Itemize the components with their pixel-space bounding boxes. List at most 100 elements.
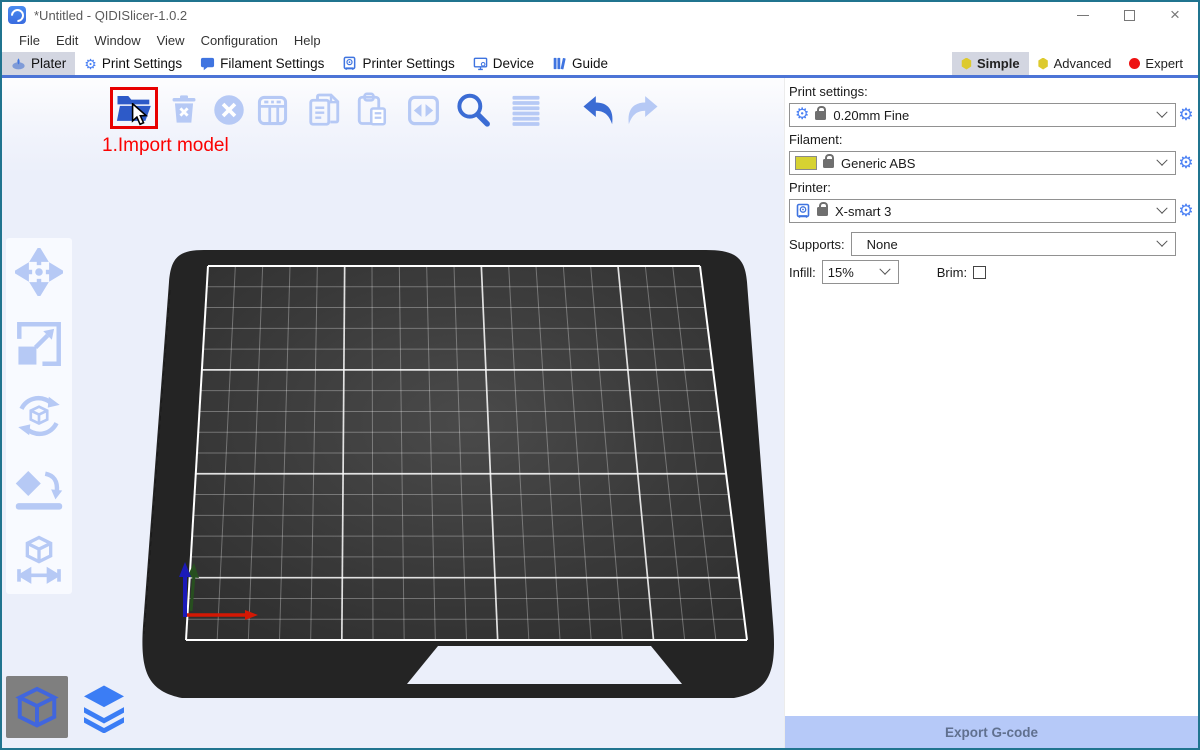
tutorial-annotation: 1.Import model <box>102 135 229 157</box>
tab-device[interactable]: Device <box>464 52 543 75</box>
delete-icon <box>168 93 200 127</box>
printer-value: X-smart 3 <box>835 204 891 219</box>
menu-configuration[interactable]: Configuration <box>193 33 286 48</box>
paste-button[interactable] <box>353 90 391 130</box>
menu-file[interactable]: File <box>11 33 48 48</box>
mode-expert[interactable]: Expert <box>1120 52 1192 75</box>
print-settings-dropdown[interactable]: 0.20mm Fine <box>789 103 1176 127</box>
layer-bars-icon <box>508 92 544 128</box>
place-on-face-tool-button[interactable] <box>13 462 65 514</box>
chevron-down-icon <box>1156 155 1167 166</box>
search-button[interactable] <box>454 90 492 130</box>
brim-checkbox[interactable] <box>973 266 986 279</box>
redo-button[interactable] <box>623 90 661 130</box>
minimize-icon <box>1077 15 1089 16</box>
menu-help[interactable]: Help <box>286 33 329 48</box>
mode-label: Simple <box>977 56 1020 71</box>
cursor-icon <box>131 103 150 126</box>
view-3d-editor-button[interactable] <box>6 676 68 738</box>
menu-edit[interactable]: Edit <box>48 33 86 48</box>
lock-icon <box>823 159 834 168</box>
tab-plater[interactable]: Plater <box>2 52 75 75</box>
chevron-down-icon <box>879 264 890 275</box>
filament-icon <box>200 56 215 71</box>
tab-printer-settings[interactable]: Printer Settings <box>333 52 463 75</box>
split-icon <box>406 93 441 128</box>
app-logo-icon <box>8 6 26 24</box>
variable-layer-height-button[interactable] <box>507 90 545 130</box>
supports-value: None <box>867 237 898 252</box>
rotate-icon <box>14 391 64 441</box>
menu-window[interactable]: Window <box>86 33 148 48</box>
maximize-button[interactable] <box>1106 2 1152 28</box>
close-button[interactable] <box>1152 2 1198 28</box>
filament-color-swatch <box>795 156 817 170</box>
brim-label: Brim: <box>937 265 967 280</box>
gear-icon <box>795 107 809 123</box>
window-controls <box>1060 2 1198 28</box>
scale-to-fit-tool-button[interactable] <box>13 534 65 586</box>
app-window: *Untitled - QIDISlicer-1.0.2 File Edit W… <box>0 0 1200 750</box>
tab-print-settings[interactable]: Print Settings <box>75 52 191 75</box>
printer-icon <box>795 203 811 219</box>
filament-value: Generic ABS <box>841 156 915 171</box>
arrange-icon <box>256 94 289 127</box>
circle-icon <box>1129 58 1140 69</box>
minimize-button[interactable] <box>1060 2 1106 28</box>
edit-print-settings-button[interactable] <box>1176 105 1196 125</box>
printer-icon <box>342 56 357 71</box>
delete-all-button[interactable] <box>210 90 248 130</box>
split-button[interactable] <box>404 90 442 130</box>
edit-filament-button[interactable] <box>1176 153 1196 173</box>
scale-icon <box>15 320 63 368</box>
tab-label: Device <box>493 56 534 71</box>
printer-dropdown[interactable]: X-smart 3 <box>789 199 1176 223</box>
paste-icon <box>354 92 390 128</box>
supports-dropdown[interactable]: None <box>851 232 1176 256</box>
infill-label: Infill: <box>789 265 816 280</box>
printer-label: Printer: <box>789 180 1196 196</box>
arrange-button[interactable] <box>253 90 291 130</box>
mode-switcher: Simple Advanced Expert <box>952 52 1192 75</box>
scale-tool-button[interactable] <box>13 318 65 370</box>
delete-button[interactable] <box>165 90 203 130</box>
scale-to-fit-icon <box>14 535 64 585</box>
menu-view[interactable]: View <box>149 33 193 48</box>
mode-label: Expert <box>1145 56 1183 71</box>
copy-button[interactable] <box>306 90 344 130</box>
mode-simple[interactable]: Simple <box>952 52 1029 75</box>
hexagon-icon <box>961 58 972 70</box>
close-icon <box>1170 6 1180 25</box>
main-area: 1.Import model <box>2 78 1198 748</box>
tab-label: Print Settings <box>102 56 182 71</box>
titlebar: *Untitled - QIDISlicer-1.0.2 <box>2 2 1198 28</box>
maximize-icon <box>1124 10 1135 21</box>
rotate-tool-button[interactable] <box>13 390 65 442</box>
print-bed <box>2 78 784 748</box>
supports-label: Supports: <box>789 237 845 252</box>
tab-label: Guide <box>572 56 608 71</box>
window-title: *Untitled - QIDISlicer-1.0.2 <box>34 8 187 23</box>
print-settings-label: Print settings: <box>789 84 1196 100</box>
mode-advanced[interactable]: Advanced <box>1029 52 1121 75</box>
menu-bar: File Edit Window View Configuration Help <box>2 28 1198 52</box>
view-layers-preview-button[interactable] <box>74 678 134 738</box>
lock-icon <box>815 111 826 120</box>
redo-icon <box>623 91 661 129</box>
edit-printer-button[interactable] <box>1176 201 1196 221</box>
bed-handle-notch <box>407 646 682 684</box>
tab-guide[interactable]: Guide <box>543 52 617 75</box>
move-tool-button[interactable] <box>13 246 65 298</box>
copy-icon <box>307 92 343 128</box>
viewport-3d[interactable]: 1.Import model <box>2 78 784 748</box>
export-gcode-button[interactable]: Export G-code <box>785 716 1198 748</box>
tab-bar: Plater Print Settings Filament Settings … <box>2 52 1198 78</box>
guide-icon <box>552 56 567 71</box>
search-icon <box>454 91 492 129</box>
hexagon-icon <box>1038 58 1049 70</box>
filament-dropdown[interactable]: Generic ABS <box>789 151 1176 175</box>
infill-dropdown[interactable]: 15% <box>822 260 899 284</box>
tab-filament-settings[interactable]: Filament Settings <box>191 52 333 75</box>
undo-button[interactable] <box>580 90 618 130</box>
filament-label: Filament: <box>789 132 1196 148</box>
